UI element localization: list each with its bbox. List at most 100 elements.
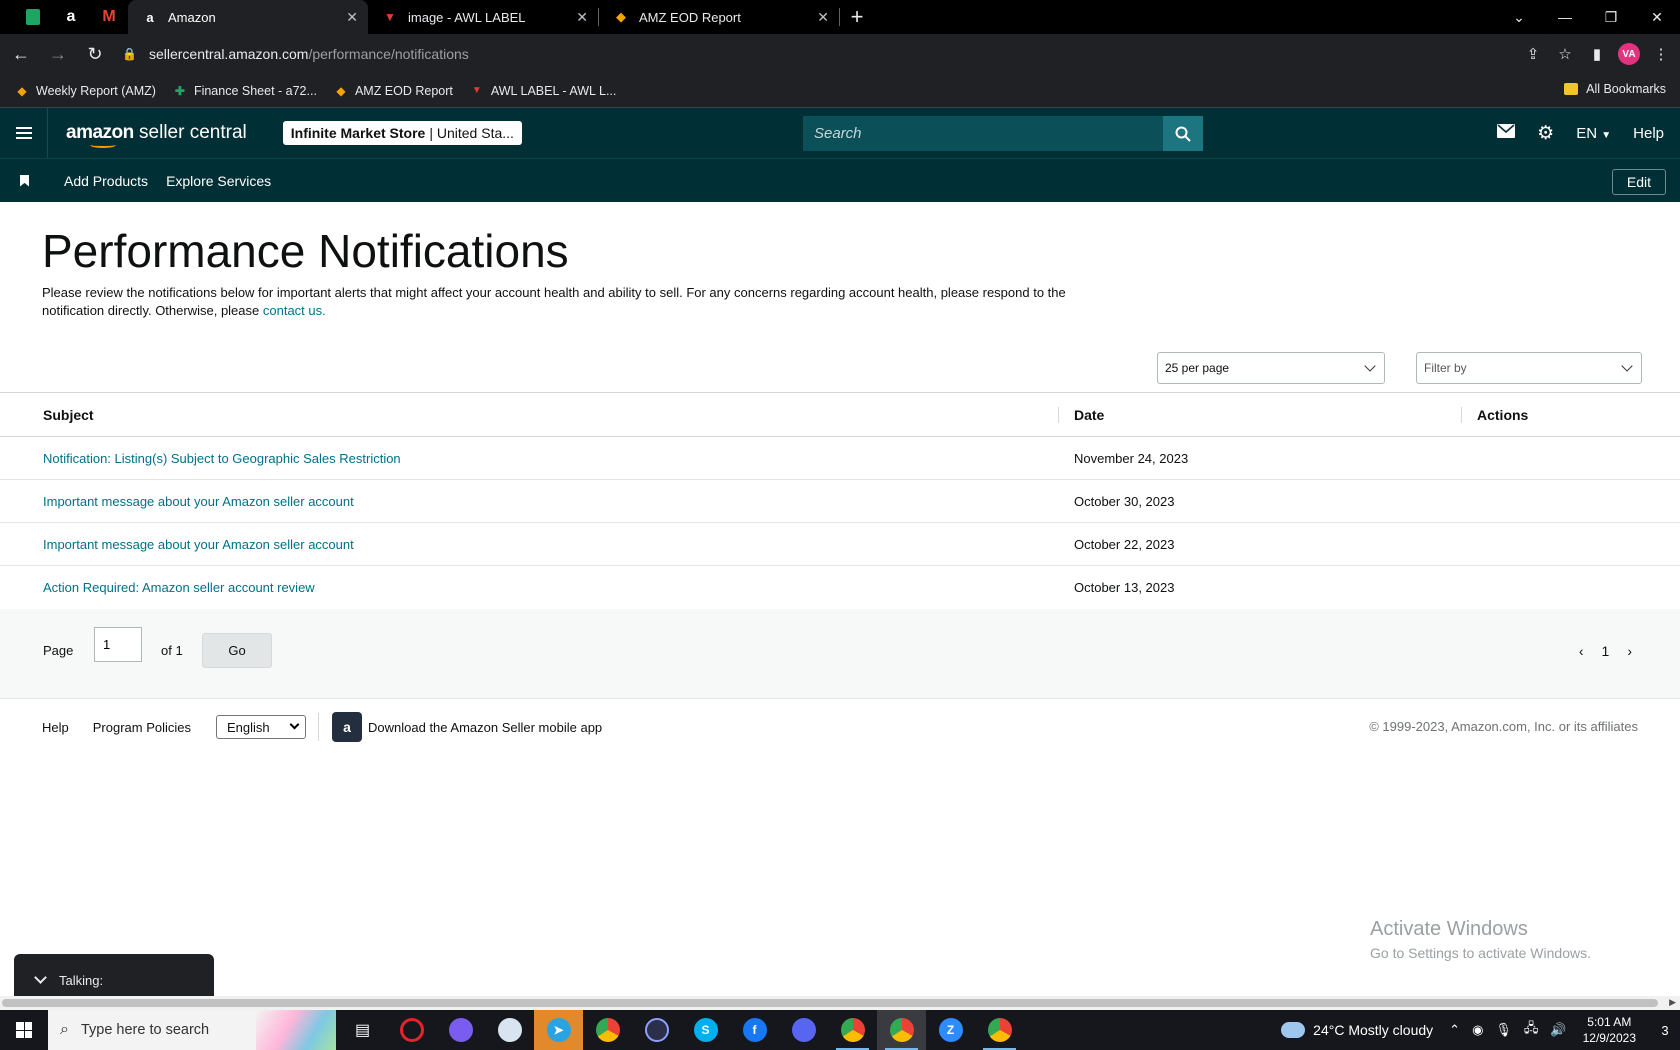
close-icon[interactable]: ✕ [576,9,588,26]
record-icon[interactable]: ◉ [1472,1022,1483,1038]
chevron-up-icon[interactable]: ⌃ [1449,1022,1460,1038]
forward-icon[interactable]: → [42,38,74,70]
tab-amazon[interactable]: a Amazon ✕ [128,0,368,34]
notification-center-icon[interactable]: 3 [1650,1010,1680,1050]
volume-icon[interactable]: 🔊 [1550,1022,1566,1038]
task-view-icon[interactable]: ▤ [338,1010,387,1050]
search-button[interactable] [1163,116,1203,151]
table-row: Important message about your Amazon sell… [0,480,1680,523]
notification-link[interactable]: Important message about your Amazon sell… [43,494,354,509]
help-link[interactable]: Help [1633,125,1664,142]
chrome-icon[interactable] [583,1010,632,1050]
system-clock[interactable]: 5:01 AM 12/9/2023 [1583,1014,1636,1046]
language-selector[interactable]: EN ▼ [1576,125,1611,142]
bookmark-icon[interactable] [20,174,29,187]
taskbar-search[interactable]: ⌕ Type here to search [48,1010,336,1050]
settings-gear-icon[interactable]: ⚙ [1537,122,1554,145]
facebook-icon[interactable]: f [730,1010,779,1050]
chevron-down-icon [34,971,47,984]
close-window-icon[interactable]: ✕ [1634,0,1680,34]
weather-widget[interactable]: 24°C Mostly cloudy [1281,1022,1433,1038]
close-icon[interactable]: ✕ [817,9,829,26]
chevron-left-icon[interactable]: ‹ [1579,643,1584,659]
chrome-profile-va-icon[interactable] [877,1010,926,1050]
store-region: | United Sta... [429,125,514,141]
paint-app-icon[interactable] [485,1010,534,1050]
download-app-link[interactable]: Download the Amazon Seller mobile app [368,720,602,735]
nav-explore-services[interactable]: Explore Services [166,173,271,189]
bookmark-amz-eod-report[interactable]: ◆ AMZ EOD Report [333,83,453,99]
horizontal-scrollbar[interactable]: ▶ [0,996,1680,1010]
activate-title: Activate Windows [1370,918,1528,940]
go-button[interactable]: Go [202,633,272,668]
opera-icon[interactable] [387,1010,436,1050]
restore-icon[interactable]: ❐ [1588,0,1634,34]
bookmark-awl-label[interactable]: ▼ AWL LABEL - AWL L... [469,83,616,99]
share-icon[interactable]: ⇪ [1522,43,1544,65]
tab-amz-eod-report[interactable]: ◆ AMZ EOD Report ✕ [599,0,839,34]
header-subject[interactable]: Subject [43,393,94,436]
mail-icon[interactable] [1497,124,1516,142]
address-bar[interactable]: 🔒 sellercentral.amazon.com /performance/… [110,38,1560,70]
chrome-profile-s-icon[interactable] [975,1010,1024,1050]
store-selector[interactable]: Infinite Market Store | United Sta... [282,121,522,145]
new-tab-button[interactable]: + [840,0,874,34]
per-page-select[interactable]: 25 per page [1157,352,1385,384]
microphone-icon[interactable]: 🎙 [1495,1022,1512,1038]
edit-button[interactable]: Edit [1611,169,1666,195]
close-icon[interactable]: ✕ [346,9,358,26]
start-button[interactable] [0,1010,48,1050]
reload-icon[interactable]: ↻ [79,38,111,70]
menu-button[interactable] [0,108,48,158]
star-icon[interactable]: ☆ [1554,43,1576,65]
telegram-icon[interactable]: ➤ [534,1010,583,1050]
seller-central-header: amazon seller central Infinite Market St… [0,108,1680,158]
messenger-app-icon[interactable] [436,1010,485,1050]
table-header: Subject Date Actions [0,393,1680,437]
tab-awl-label[interactable]: ▼ image - AWL LABEL ✕ [368,0,598,34]
side-panel-icon[interactable]: ▮ [1586,43,1608,65]
column-divider [1058,407,1059,423]
notifications-table: Subject Date Actions Notification: Listi… [0,392,1680,610]
search-input[interactable] [803,116,1163,151]
skype-icon[interactable]: S [681,1010,730,1050]
network-icon[interactable]: 🖧 [1524,1019,1539,1041]
pinned-tab-sheets[interactable] [14,0,52,34]
seller-app-icon[interactable]: a [332,712,363,742]
kebab-menu-icon[interactable]: ⋮ [1650,43,1672,65]
minimize-icon[interactable]: — [1542,0,1588,34]
notification-link[interactable]: Notification: Listing(s) Subject to Geog… [43,451,401,466]
all-bookmarks[interactable]: All Bookmarks [1564,82,1666,96]
notification-link[interactable]: Action Required: Amazon seller account r… [43,580,315,595]
notification-link[interactable]: Important message about your Amazon sell… [43,537,354,552]
page-number-input[interactable] [94,627,142,662]
contact-us-link[interactable]: contact us. [263,303,326,318]
scrollbar-thumb[interactable] [2,999,1658,1007]
footer-help-link[interactable]: Help [42,720,69,735]
pinned-tab-amazon[interactable]: a [52,0,90,34]
back-icon[interactable]: ← [5,38,37,70]
search-bar [803,116,1203,151]
footer-language-select[interactable]: English [216,715,307,739]
seller-central-logo[interactable]: amazon seller central [66,122,247,148]
profile-avatar[interactable]: VA [1618,43,1640,65]
scroll-right-icon[interactable]: ▶ [1669,997,1676,1008]
hamburger-icon [15,132,32,134]
folder-icon [1564,83,1579,95]
chevron-right-icon[interactable]: › [1627,643,1632,659]
current-page[interactable]: 1 [1602,643,1610,659]
search-highlight-image [256,1010,336,1050]
bookmark-weekly-report[interactable]: ◆ Weekly Report (AMZ) [14,83,156,99]
chevron-down-icon [289,719,300,730]
bookmark-finance-sheet[interactable]: ✚ Finance Sheet - a72... [172,83,317,99]
discord-icon[interactable] [779,1010,828,1050]
pinned-tab-gmail[interactable]: M [90,0,128,34]
chrome-profile-w-icon[interactable] [828,1010,877,1050]
footer-program-policies-link[interactable]: Program Policies [93,720,191,735]
filter-select[interactable]: Filter by [1416,352,1642,384]
clock-app-icon[interactable] [632,1010,681,1050]
header-date[interactable]: Date [1074,393,1104,436]
zoom-icon[interactable]: Z [926,1010,975,1050]
nav-add-products[interactable]: Add Products [64,173,148,189]
tab-search-icon[interactable]: ⌄ [1496,0,1542,34]
